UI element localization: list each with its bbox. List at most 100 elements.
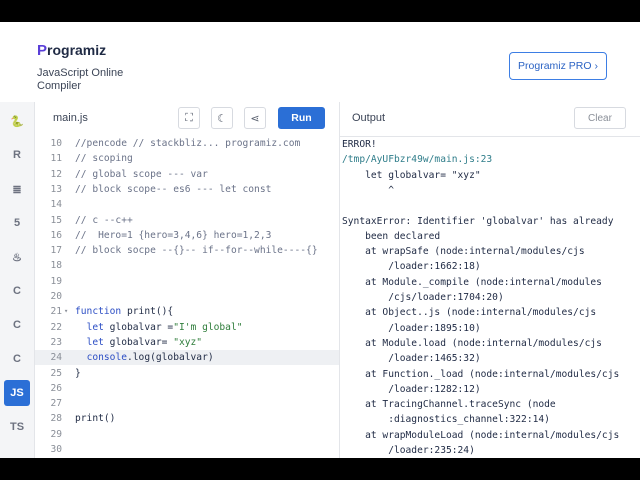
- output-line: at Object..js (node:internal/modules/cjs: [342, 307, 597, 319]
- line-number: 14: [50, 199, 62, 211]
- code-line[interactable]: 28 print(): [35, 411, 339, 426]
- logo-text: rogramiz: [47, 42, 107, 58]
- code-text: console.log(globalvar): [86, 352, 214, 364]
- output-line: ^: [342, 184, 394, 196]
- code-text: function print(){: [75, 306, 174, 318]
- code-line[interactable]: 21 ▾ function print(){: [35, 304, 339, 319]
- output-title: Output: [352, 112, 386, 124]
- editor-toolbar: main.js ⛶ ☾ ⋖ Run: [35, 102, 339, 137]
- header: Programiz JavaScript Online Compiler Pro…: [0, 22, 640, 102]
- js-icon[interactable]: JS: [4, 380, 30, 406]
- code-line[interactable]: 27: [35, 396, 339, 411]
- code-text: print(): [75, 413, 116, 425]
- line-number: 13: [50, 183, 62, 195]
- code-line[interactable]: 26: [35, 381, 339, 396]
- programiz-logo[interactable]: Programiz: [37, 42, 106, 59]
- code-line[interactable]: 24 console.log(globalvar): [35, 350, 339, 366]
- subtitle-line1: JavaScript Online: [37, 67, 124, 79]
- output-line: :diagnostics_channel:322:14): [342, 414, 550, 426]
- code-line[interactable]: 12 // global scope --- var: [35, 167, 339, 182]
- python-icon[interactable]: 🐍: [6, 110, 28, 132]
- line-number: 20: [50, 291, 62, 302]
- code-line[interactable]: 15 // c --c++: [35, 213, 339, 228]
- code-line[interactable]: 25}: [35, 366, 339, 381]
- line-number: 27: [50, 398, 62, 410]
- run-button[interactable]: Run: [278, 107, 325, 129]
- logo-initial: P: [37, 42, 48, 59]
- line-number: 19: [50, 275, 62, 287]
- output-line: at TracingChannel.traceSync (node: [342, 399, 556, 411]
- code-line[interactable]: 20: [35, 289, 339, 304]
- output-line: ERROR!: [342, 139, 377, 150]
- line-number: 10: [50, 138, 62, 149]
- line-number: 31: [35, 457, 62, 458]
- output-console: ERROR! /tmp/AyUFbzr49w/main.js:23 let glo…: [340, 136, 640, 458]
- line-number: 12: [50, 168, 62, 180]
- code-text: // Hero=1 {hero=3,4,6} hero=1,2,3: [75, 229, 272, 241]
- output-line: /loader:1465:32): [342, 353, 481, 365]
- output-line: /loader:1662:18): [342, 261, 481, 273]
- r-icon[interactable]: R: [6, 144, 28, 166]
- code-line[interactable]: 10 //pencode // stackbliz... programiz.co…: [35, 136, 339, 151]
- line-number: 11: [50, 153, 62, 165]
- compiler-app: Programiz JavaScript Online Compiler Pro…: [0, 22, 640, 458]
- line-number: 26: [50, 382, 62, 394]
- output-line: at Function._load (node:internal/modules…: [342, 368, 620, 380]
- line-number: 17: [50, 245, 62, 257]
- csharp-icon[interactable]: C: [6, 348, 28, 370]
- code-text: // global scope --- var: [75, 168, 208, 180]
- programiz-pro-button[interactable]: Programiz PRO ›: [509, 52, 607, 80]
- output-line: at Module._compile (node:internal/module…: [342, 276, 602, 288]
- code-text: // block scope-- es6 --- let const: [75, 183, 272, 195]
- output-line: at Module.load (node:internal/modules/cj…: [342, 337, 602, 349]
- sql-icon[interactable]: ≣: [6, 178, 28, 200]
- line-number: 22: [50, 321, 62, 333]
- code-line[interactable]: 22 let globalvar ="I'm global": [35, 320, 339, 335]
- subtitle-line2: Compiler: [37, 80, 82, 92]
- code-text: // scoping: [75, 153, 133, 165]
- code-line[interactable]: 19: [35, 274, 339, 289]
- code-line[interactable]: 31: [35, 457, 339, 458]
- code-text: }: [75, 367, 81, 379]
- output-line: /loader:235:24): [342, 445, 475, 456]
- line-number: 18: [50, 260, 62, 272]
- code-text: //pencode // stackbliz... programiz.com: [75, 138, 301, 149]
- line-number: 21: [50, 306, 62, 318]
- html-icon[interactable]: 5: [6, 212, 28, 234]
- code-text: // c --c++: [75, 214, 133, 226]
- dark-mode-icon[interactable]: ☾: [211, 107, 233, 129]
- code-line[interactable]: 23 let globalvar= "xyz": [35, 335, 339, 350]
- line-number: 29: [50, 428, 62, 440]
- output-line: /loader:1282:12): [342, 383, 481, 395]
- code-editor[interactable]: 10 //pencode // stackbliz... programiz.co…: [35, 136, 339, 458]
- code-line[interactable]: 13 // block scope-- es6 --- let const: [35, 182, 339, 197]
- file-tab-main-js[interactable]: main.js: [53, 112, 88, 124]
- share-icon[interactable]: ⋖: [244, 107, 266, 129]
- cpp-icon[interactable]: C: [6, 314, 28, 336]
- language-sidebar: 🐍 R ≣ 5 ♨ C C C JS TS: [0, 102, 35, 458]
- code-line[interactable]: 30: [35, 442, 339, 457]
- code-line[interactable]: 16 // Hero=1 {hero=3,4,6} hero=1,2,3: [35, 228, 339, 243]
- code-line[interactable]: 29: [35, 427, 339, 442]
- clear-button[interactable]: Clear: [574, 107, 626, 129]
- code-text: let globalvar= "xyz": [86, 336, 203, 348]
- line-number: 25: [50, 367, 62, 379]
- c-icon[interactable]: C: [6, 280, 28, 302]
- code-line[interactable]: 11 // scoping: [35, 151, 339, 166]
- code-line[interactable]: 17 // block socpe --{}-- if--for--while--…: [35, 243, 339, 258]
- line-number: 16: [50, 229, 62, 241]
- ts-icon[interactable]: TS: [6, 416, 28, 438]
- line-number: 15: [50, 214, 62, 226]
- output-line: let globalvar= "xyz": [342, 169, 481, 181]
- code-line[interactable]: 18: [35, 258, 339, 273]
- output-line: /cjs/loader:1704:20): [342, 292, 504, 303]
- output-toolbar: Output Clear: [340, 102, 640, 137]
- fold-arrow-icon[interactable]: ▾: [64, 304, 68, 319]
- page-subtitle: JavaScript Online Compiler: [37, 67, 147, 93]
- output-line: at wrapModuleLoad (node:internal/modules…: [342, 429, 620, 441]
- code-text: // block socpe --{}-- if--for--while----…: [75, 245, 318, 257]
- line-number: 30: [50, 444, 62, 455]
- java-icon[interactable]: ♨: [6, 246, 28, 268]
- code-line[interactable]: 14: [35, 197, 339, 212]
- fullscreen-icon[interactable]: ⛶: [178, 107, 200, 129]
